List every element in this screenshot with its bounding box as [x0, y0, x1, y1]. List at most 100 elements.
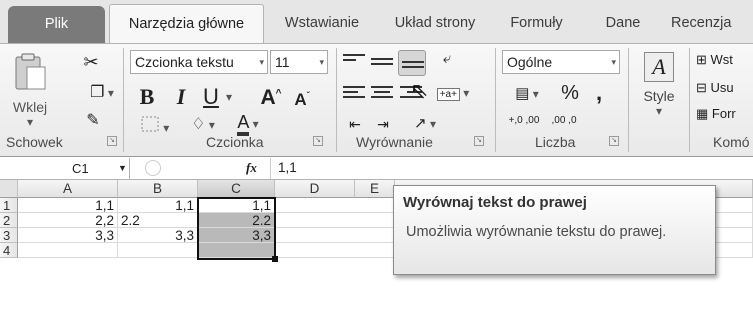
copy-button[interactable]: ❐ ▾: [80, 82, 124, 104]
cell-b3[interactable]: 3,3: [118, 228, 198, 243]
cell-a2[interactable]: 2,2: [18, 213, 118, 228]
cell-b2[interactable]: 2.2: [118, 213, 198, 228]
font-group-label: Czcionka: [206, 134, 264, 150]
formula-input[interactable]: 1,1: [278, 160, 297, 175]
tab-review[interactable]: Recenzja: [665, 4, 753, 43]
clipboard-group-label: Schowek: [6, 134, 63, 150]
tab-formulas[interactable]: Formuły: [499, 4, 574, 43]
orientation-button[interactable]: ↗ ▾: [405, 114, 445, 136]
cell-a4[interactable]: [18, 243, 118, 258]
cell-b1[interactable]: 1,1: [118, 198, 198, 213]
italic-button[interactable]: I: [170, 84, 192, 110]
align-bottom-button[interactable]: [398, 50, 426, 76]
decrease-decimal-button[interactable]: ,00 ,0: [546, 116, 582, 126]
grow-font-button[interactable]: A^: [258, 86, 284, 110]
column-header-d[interactable]: D: [275, 180, 355, 198]
fill-handle[interactable]: [272, 256, 278, 262]
insert-cells-label: Wst: [710, 52, 733, 67]
tab-insert[interactable]: Wstawianie: [272, 4, 372, 43]
paste-button[interactable]: Wklej ▾: [4, 52, 56, 132]
column-header-b[interactable]: B: [118, 180, 198, 198]
delete-cells-button[interactable]: ⊟ Usu: [696, 80, 734, 96]
tab-page-layout[interactable]: Układ strony: [380, 4, 490, 43]
font-name-value: Czcionka tekstu: [135, 54, 234, 70]
shrink-font-glyph: A: [294, 90, 307, 109]
fill-color-button[interactable]: ♢ ▾: [185, 114, 221, 134]
name-box[interactable]: C1: [0, 158, 130, 179]
chevron-down-icon[interactable]: ▼: [118, 158, 127, 179]
delete-cells-label: Usu: [710, 80, 734, 95]
increase-indent-button[interactable]: ⇥: [371, 116, 395, 136]
outdent-icon: ⇤: [349, 116, 361, 132]
percent-style-button[interactable]: %: [560, 82, 580, 105]
column-header-c[interactable]: C: [198, 180, 275, 198]
cell-b4[interactable]: [118, 243, 198, 258]
styles-label: Style: [643, 88, 675, 104]
shrink-arrow-icon: ˇ: [306, 90, 310, 101]
number-format-combo[interactable]: Ogólne ▾: [502, 50, 620, 74]
row-header[interactable]: 4: [0, 243, 18, 258]
cell-c2[interactable]: 2.2: [198, 213, 275, 228]
border-icon: [141, 116, 159, 132]
ribbon: Wklej ▾ ✂ ❐ ▾ ✎ Schowek ↘ Czcionka tekst…: [0, 43, 753, 157]
font-launcher-icon[interactable]: ↘: [313, 136, 323, 146]
alignment-group-label: Wyrównanie: [356, 134, 433, 150]
select-all-corner[interactable]: [0, 180, 18, 198]
align-top-button[interactable]: [343, 54, 365, 70]
decrease-indent-button[interactable]: ⇤: [343, 116, 367, 136]
ribbon-tab-bar: Plik Narzędzia główne Wstawianie Układ s…: [0, 0, 753, 43]
cut-button[interactable]: ✂: [80, 52, 102, 74]
align-bottom-icon: [402, 61, 424, 77]
column-header-e[interactable]: E: [355, 180, 395, 198]
paste-icon: [15, 53, 46, 90]
alignment-launcher-icon[interactable]: ↘: [474, 136, 484, 146]
orientation-dropdown-arrow: ▾: [426, 117, 436, 131]
copy-dropdown-arrow: ▾: [104, 86, 114, 100]
number-launcher-icon[interactable]: ↘: [609, 136, 619, 146]
styles-button[interactable]: A Style ▾: [634, 52, 684, 132]
cell-c4[interactable]: [198, 243, 275, 258]
column-header-a[interactable]: A: [18, 180, 118, 198]
row-header[interactable]: 2: [0, 213, 18, 228]
align-middle-button[interactable]: [371, 58, 393, 74]
cell-c3[interactable]: 3,3: [198, 228, 275, 243]
font-size-value: 11: [275, 54, 290, 70]
row-header[interactable]: 1: [0, 198, 18, 213]
shrink-font-button[interactable]: Aˇ: [290, 90, 314, 110]
format-cells-button[interactable]: ▦ Forr: [696, 106, 736, 122]
styles-icon: A: [644, 52, 674, 82]
accounting-format-button[interactable]: ▤ ▾: [506, 84, 548, 106]
tab-file[interactable]: Plik: [8, 6, 105, 43]
cell-a1[interactable]: 1,1: [18, 198, 118, 213]
clipboard-launcher-icon[interactable]: ↘: [107, 136, 117, 146]
format-painter-button[interactable]: ✎: [82, 110, 104, 132]
cell-c1[interactable]: 1,1: [198, 198, 275, 213]
tooltip: Wyrównaj tekst do prawej Umożliwia wyrów…: [393, 185, 716, 275]
underline-button[interactable]: U: [200, 84, 222, 110]
font-color-button[interactable]: A ▾: [228, 112, 268, 136]
merge-icon: +a+: [436, 88, 460, 101]
currency-icon: ▤: [515, 85, 530, 102]
tab-home[interactable]: Narzędzia główne: [109, 4, 264, 43]
bold-button[interactable]: B: [136, 84, 158, 110]
font-size-combo[interactable]: 11 ▾: [270, 50, 328, 74]
number-format-value: Ogólne: [507, 54, 553, 70]
underline-dropdown-arrow[interactable]: ▾: [223, 90, 235, 104]
align-center-button[interactable]: [371, 86, 393, 102]
wrap-text-button[interactable]: ⤶: [432, 50, 462, 76]
row-header[interactable]: 3: [0, 228, 18, 243]
tab-data[interactable]: Dane: [598, 4, 648, 43]
cancel-entry-icon[interactable]: [145, 160, 161, 176]
merge-center-button[interactable]: +a+ ▾: [432, 84, 474, 106]
formula-bar: C1 ▼ fx 1,1: [0, 158, 753, 180]
align-left-button[interactable]: [343, 86, 365, 102]
borders-button[interactable]: ▾: [136, 116, 174, 135]
font-name-combo[interactable]: Czcionka tekstu ▾: [130, 50, 268, 74]
increase-decimal-button[interactable]: +,0 ,00: [506, 116, 542, 126]
comma-style-button[interactable]: ,: [592, 80, 606, 106]
insert-cells-button[interactable]: ⊞ Wst: [696, 52, 733, 68]
tooltip-title: Wyrównaj tekst do prawej: [403, 194, 587, 211]
insert-function-button[interactable]: fx: [246, 160, 257, 176]
chevron-down-icon: ▾: [611, 57, 616, 67]
cell-a3[interactable]: 3,3: [18, 228, 118, 243]
